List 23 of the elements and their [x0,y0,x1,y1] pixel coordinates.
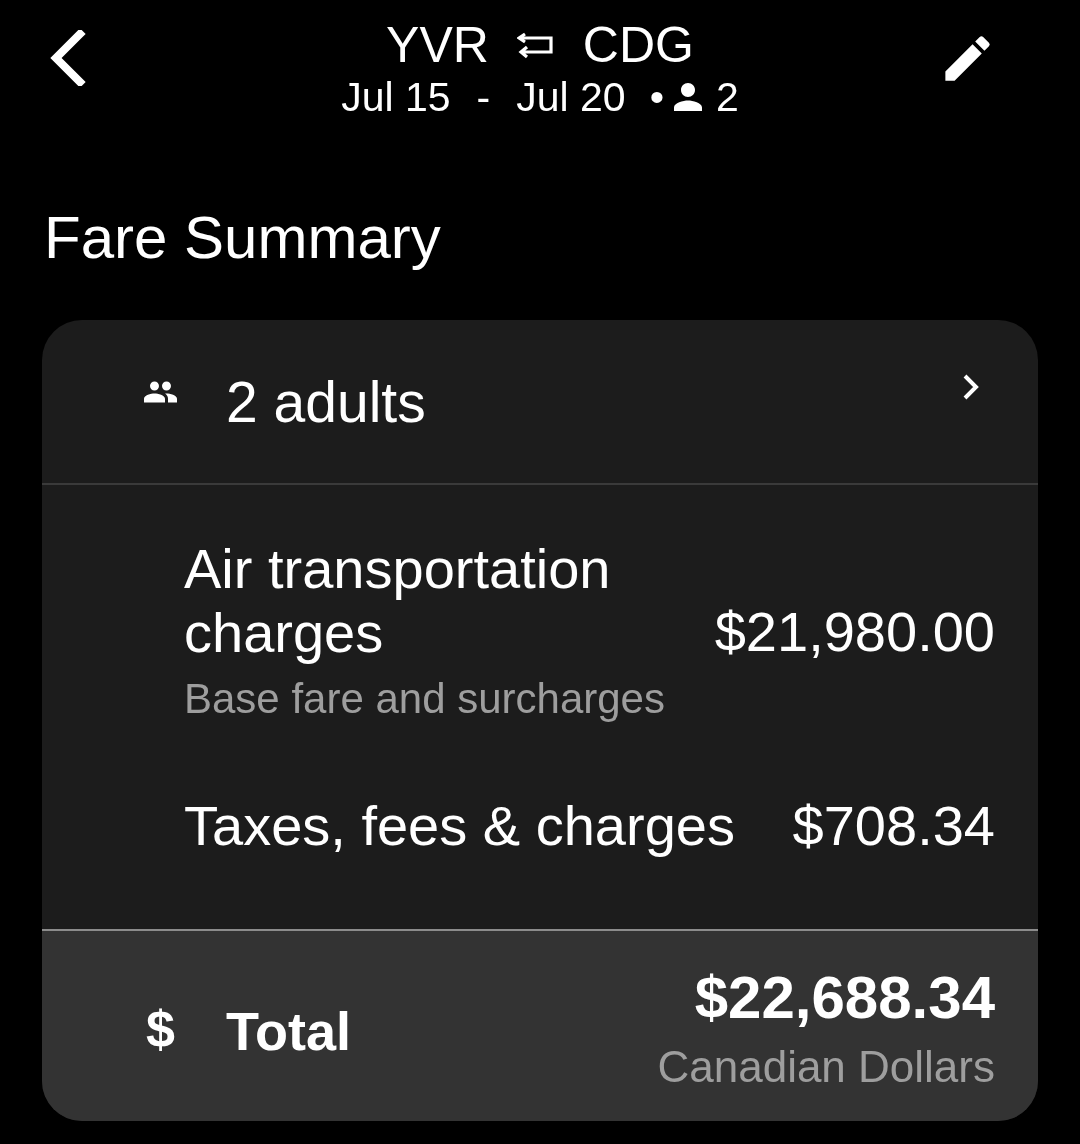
return-date: Jul 20 [516,73,626,121]
origin-airport-code: YVR [386,17,489,73]
fare-summary-heading: Fare Summary [44,204,441,271]
destination-airport-code: CDG [582,17,694,73]
total-label: Total [226,999,352,1063]
traveler-count: 2 [716,73,739,121]
charge-label: Taxes, fees & charges [184,794,736,858]
charge-amount: $21,980.00 [714,600,995,664]
chevron-right-icon[interactable] [962,372,980,401]
charge-amount: $708.34 [792,794,995,858]
people-icon [142,379,179,404]
back-icon[interactable] [48,30,86,86]
charge-label: Air transportation charges [184,537,612,665]
currency-name: Canadian Dollars [657,1041,995,1093]
charge-description: Base fare and surcharges [184,674,666,724]
dollar-sign-symbol: $ [146,998,176,1060]
departure-date: Jul 15 [341,73,451,121]
bullet-separator: • [649,73,664,121]
round-trip-arrow-icon [516,31,555,59]
passenger-count-label: 2 adults [226,369,427,434]
total-amount: $22,688.34 [694,964,995,1032]
date-separator: - [476,73,491,121]
person-icon [674,83,702,111]
